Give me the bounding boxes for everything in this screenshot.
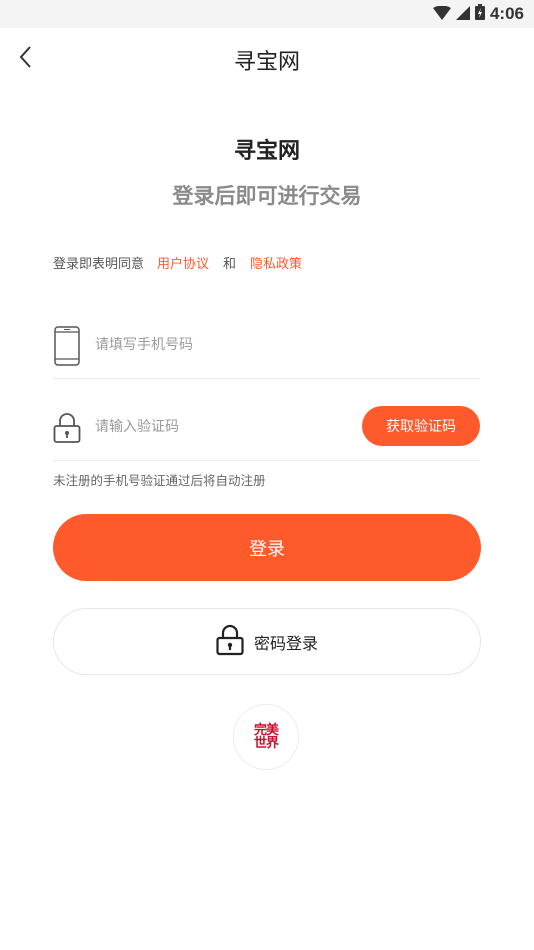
agreement-text: 登录即表明同意 用户协议 和 隐私政策 — [53, 253, 302, 272]
login-button[interactable]: 登录 — [53, 514, 481, 581]
privacy-policy-link[interactable]: 隐私政策 — [250, 253, 302, 272]
nav-bar: 寻宝网 — [0, 28, 534, 90]
password-login-button[interactable]: 密码登录 — [53, 608, 481, 675]
lock-icon — [216, 624, 244, 660]
password-login-label: 密码登录 — [253, 633, 318, 653]
lock-icon — [53, 407, 81, 449]
phone-input[interactable] — [95, 332, 355, 358]
get-code-button[interactable]: 获取验证码 — [362, 406, 480, 446]
agreement-conjunction: 和 — [223, 257, 237, 272]
verification-code-input[interactable] — [95, 414, 355, 440]
status-indicators: 4:06 — [432, 3, 524, 25]
logo-line-2: 世界 — [253, 736, 279, 751]
status-time: 4:06 — [489, 4, 524, 23]
agreement-prefix: 登录即表明同意 — [53, 257, 145, 272]
nav-title: 寻宝网 — [233, 50, 300, 75]
user-agreement-link[interactable]: 用户协议 — [157, 253, 209, 272]
brand-title: 寻宝网 — [233, 139, 300, 164]
phone-icon — [53, 325, 81, 367]
status-bar: 4:06 — [0, 0, 534, 28]
wanmei-login-button[interactable]: 完美 世界 — [233, 704, 299, 770]
wifi-icon — [432, 5, 451, 24]
phone-field — [53, 322, 480, 379]
page-subtitle: 登录后即可进行交易 — [172, 184, 362, 208]
auto-register-hint: 未注册的手机号验证通过后将自动注册 — [53, 473, 266, 488]
battery-icon — [474, 4, 485, 24]
signal-icon — [455, 5, 470, 24]
verification-code-field: 获取验证码 — [53, 404, 480, 461]
wanmei-logo: 完美 世界 — [251, 724, 281, 750]
